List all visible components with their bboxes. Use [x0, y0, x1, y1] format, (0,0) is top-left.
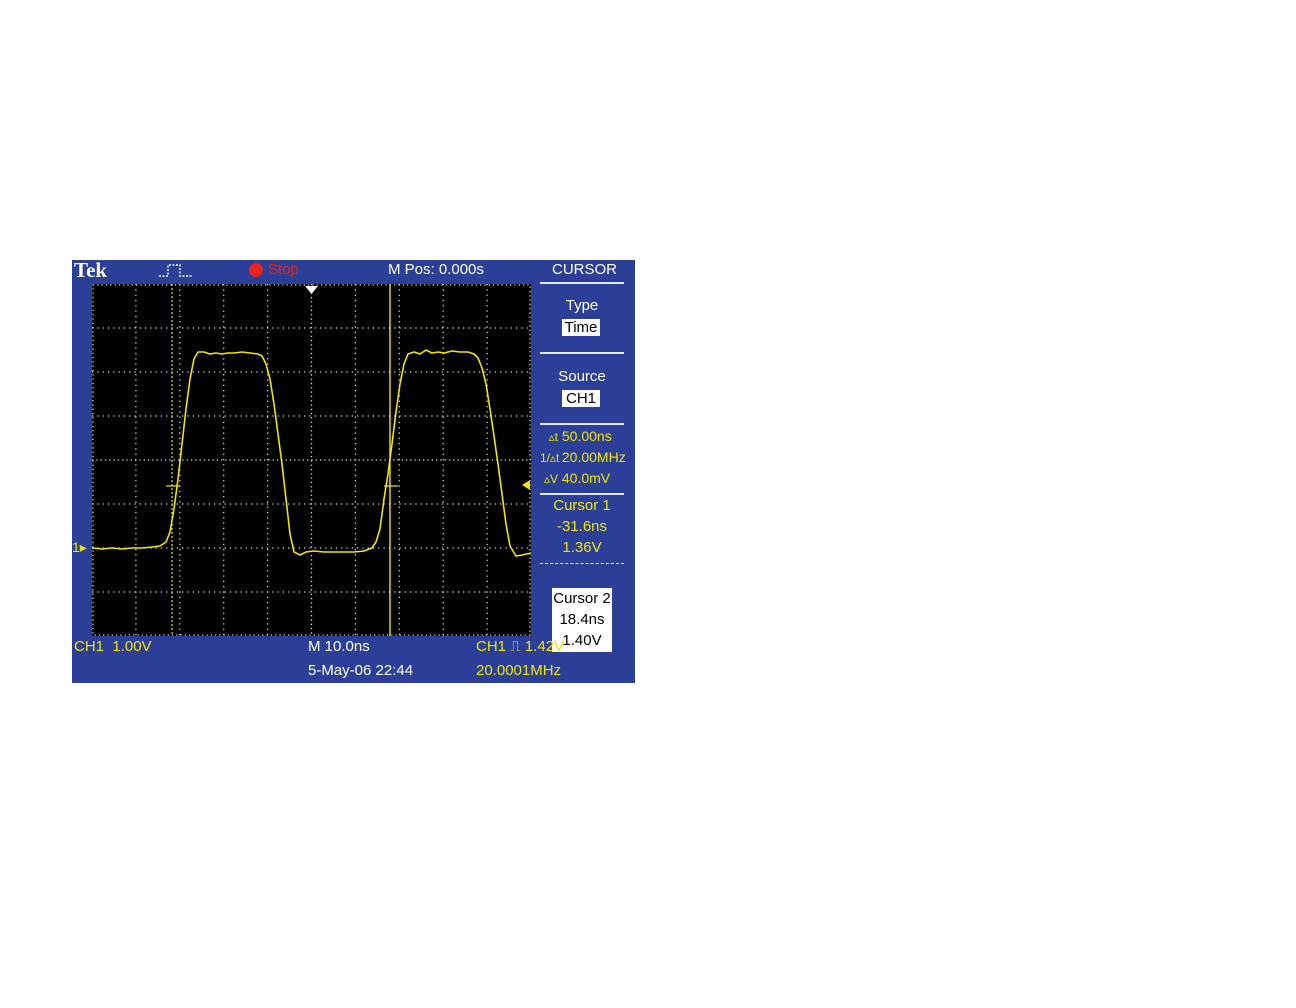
pulse-trigger-icon	[159, 264, 193, 277]
source-value-button[interactable]: CH1	[562, 390, 600, 407]
frequency-readout: 20.0001MHz	[476, 662, 562, 679]
menu-divider	[540, 563, 624, 566]
run-state-label: Stop	[268, 261, 299, 278]
delta-t-icon: ▵t	[548, 430, 558, 444]
type-label: Type	[565, 297, 599, 314]
type-value-button[interactable]: Time	[562, 319, 600, 336]
delta-t-readout: ▵t 50.00ns	[540, 426, 632, 448]
waveform-display	[92, 284, 531, 636]
menu-divider	[540, 423, 624, 425]
brand-logo: Tek	[74, 260, 108, 282]
horizontal-position-readout: M Pos: 0.000s	[388, 261, 484, 278]
cursor-1-time: -31.6ns	[556, 518, 608, 535]
delta-v-readout: ▵V 40.0mV	[540, 468, 632, 490]
inverse-delta-t-readout: 1/▵t 20.00MHz	[540, 447, 632, 469]
delta-v-icon: ▵V	[543, 472, 558, 486]
graticule-center-axes	[92, 284, 531, 636]
source-label: Source	[558, 368, 606, 385]
cursor-1-label[interactable]: Cursor 1	[540, 497, 624, 515]
cursor-side-menu: Type Time Source CH1 ▵t 50.00ns 1/▵t 20.…	[540, 282, 634, 652]
date-time-readout: 5-May-06 22:44	[308, 662, 414, 679]
menu-divider	[540, 493, 624, 495]
timebase-readout: M 10.0ns	[308, 638, 370, 655]
ch1-scale-readout: CH1 1.00V	[74, 638, 152, 655]
inverse-delta-t-icon: 1/▵t	[540, 451, 560, 465]
cursor-2-time: 18.4ns	[559, 611, 605, 628]
trigger-position-marker	[305, 286, 318, 294]
ch1-ground-marker: 1▸	[72, 539, 87, 555]
menu-title: CURSOR	[552, 261, 618, 278]
graticule	[92, 284, 531, 636]
oscilloscope-screen: Tek Stop M Pos: 0.000s CURSOR 1▸ Type Ti…	[72, 260, 635, 683]
trigger-level-arrow-icon	[522, 480, 530, 490]
run-stop-indicator-icon	[249, 263, 263, 277]
cursor-1-voltage: 1.36V	[562, 539, 602, 556]
trigger-readout: CH1 ⎍ 1.42V	[476, 638, 565, 655]
menu-divider	[540, 352, 624, 354]
menu-divider	[540, 282, 624, 284]
cursor-2-label: Cursor 2	[553, 590, 611, 607]
